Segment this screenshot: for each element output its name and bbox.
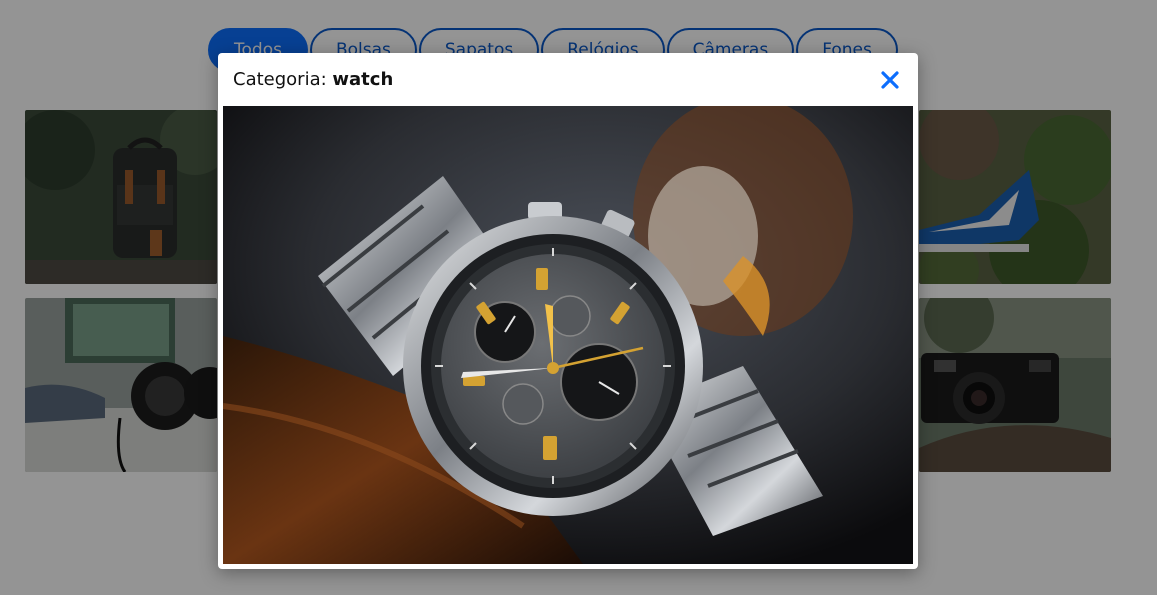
close-button[interactable] <box>878 68 902 92</box>
image-modal: Categoria: watch <box>218 53 918 569</box>
modal-title-prefix: Categoria: <box>233 69 327 90</box>
wristwatch-image <box>223 106 913 564</box>
modal-image <box>223 106 913 564</box>
close-icon <box>881 70 899 89</box>
modal-header: Categoria: watch <box>218 53 918 106</box>
modal-category-value: watch <box>332 69 394 90</box>
modal-title: Categoria: watch <box>233 69 393 90</box>
